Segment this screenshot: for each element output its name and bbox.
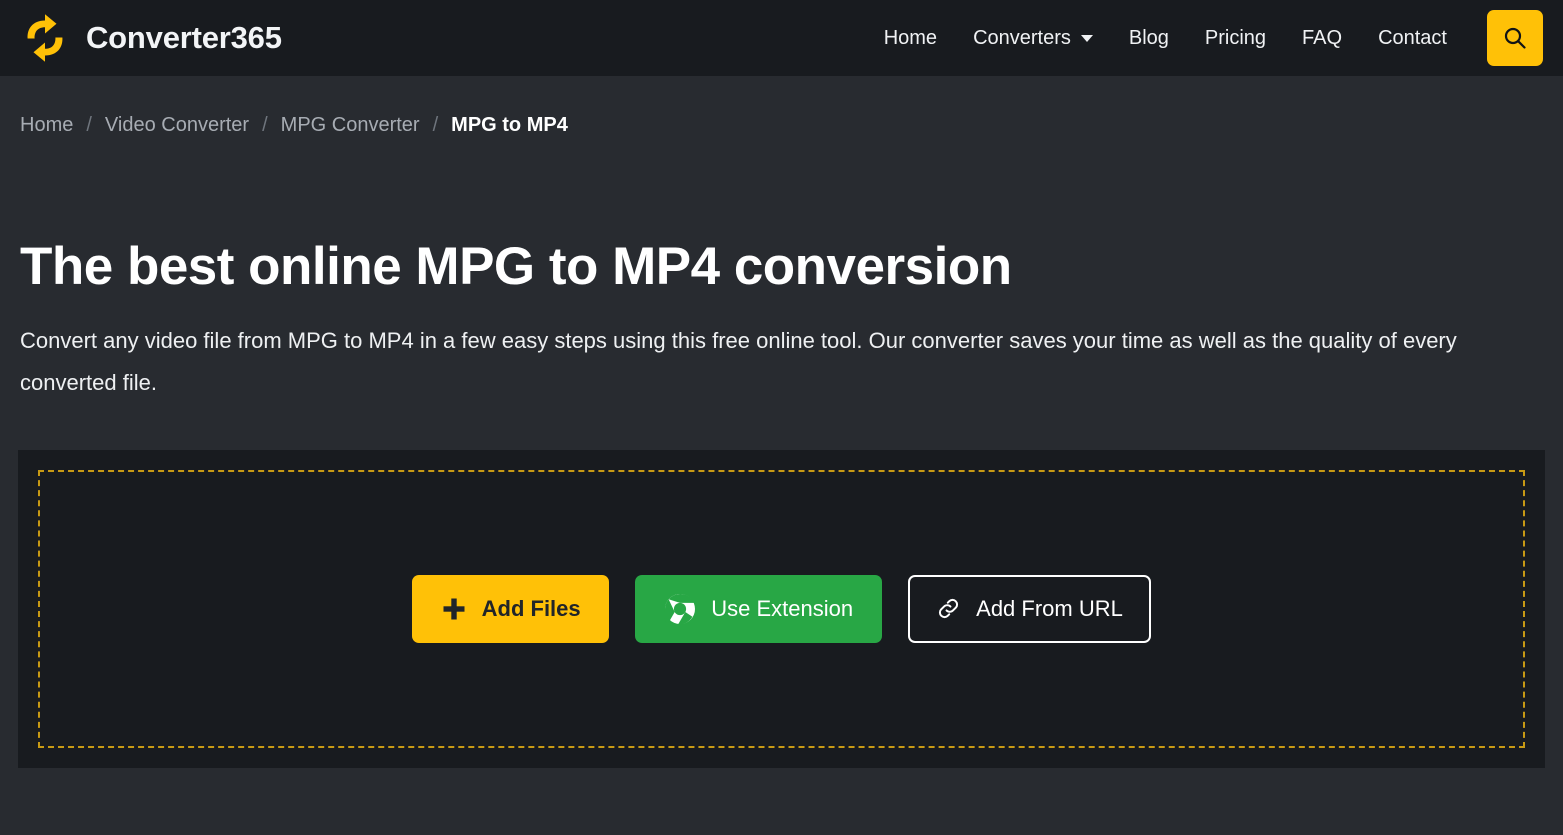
nav-item-converters[interactable]: Converters <box>955 19 1111 58</box>
nav-item-label: Converters <box>973 27 1071 50</box>
search-button[interactable] <box>1487 10 1543 66</box>
add-from-url-button[interactable]: Add From URL <box>908 575 1151 643</box>
breadcrumb-item-mpg-converter[interactable]: MPG Converter <box>281 114 420 137</box>
nav-item-blog[interactable]: Blog <box>1111 19 1187 58</box>
nav-item-label: Home <box>884 27 937 50</box>
breadcrumb-separator: / <box>73 114 105 137</box>
page-subtitle: Convert any video file from MPG to MP4 i… <box>20 320 1520 404</box>
brand-logo-link[interactable]: Converter365 <box>18 11 282 65</box>
search-icon <box>1502 25 1528 51</box>
nav-item-label: Contact <box>1378 27 1447 50</box>
use-extension-label: Use Extension <box>711 596 853 622</box>
add-from-url-label: Add From URL <box>976 596 1123 622</box>
nav-item-faq[interactable]: FAQ <box>1284 19 1360 58</box>
nav-item-label: FAQ <box>1302 27 1342 50</box>
nav-item-home[interactable]: Home <box>866 19 955 58</box>
link-icon <box>936 596 961 621</box>
breadcrumb-item-home[interactable]: Home <box>20 114 73 137</box>
brand-name: Converter365 <box>86 20 282 56</box>
sync-arrows-icon <box>18 11 72 65</box>
add-files-label: Add Files <box>482 596 581 622</box>
chevron-down-icon <box>1081 35 1093 42</box>
add-files-button[interactable]: Add Files <box>412 575 609 643</box>
nav-item-contact[interactable]: Contact <box>1360 19 1465 58</box>
breadcrumb-item-current: MPG to MP4 <box>451 114 568 137</box>
breadcrumb-item-video-converter[interactable]: Video Converter <box>105 114 249 137</box>
page-title: The best online MPG to MP4 conversion <box>20 238 1543 295</box>
site-header: Converter365 Home Converters Blog Pricin… <box>0 0 1563 76</box>
file-dropzone[interactable]: Add Files Use Extension A <box>38 470 1525 748</box>
chrome-icon <box>664 593 696 625</box>
nav-item-label: Pricing <box>1205 27 1266 50</box>
nav-item-label: Blog <box>1129 27 1169 50</box>
nav-item-pricing[interactable]: Pricing <box>1187 19 1284 58</box>
main-navigation: Home Converters Blog Pricing FAQ Contact <box>866 10 1543 66</box>
breadcrumb-separator: / <box>420 114 452 137</box>
breadcrumb: Home / Video Converter / MPG Converter /… <box>0 76 1563 137</box>
use-extension-button[interactable]: Use Extension <box>635 575 882 643</box>
breadcrumb-separator: / <box>249 114 281 137</box>
hero-section: The best online MPG to MP4 conversion Co… <box>0 137 1563 405</box>
plus-icon <box>441 596 467 622</box>
upload-panel: Add Files Use Extension A <box>18 450 1545 768</box>
